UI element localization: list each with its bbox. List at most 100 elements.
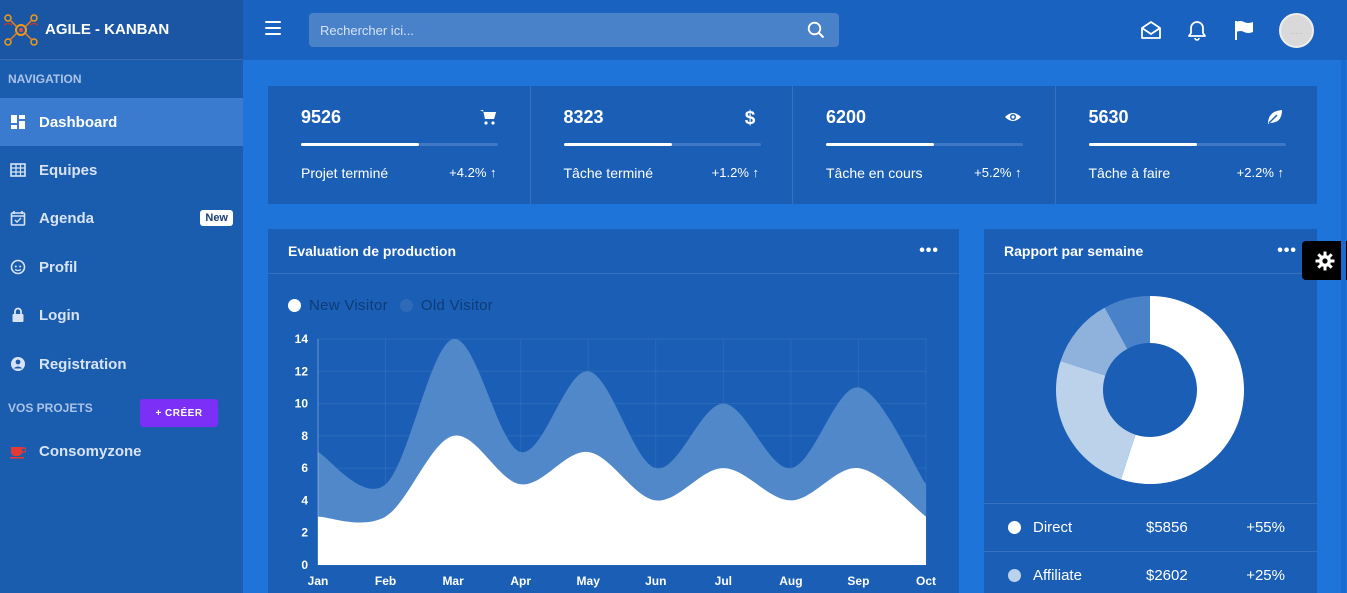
report-percent: +55%	[1246, 519, 1285, 536]
flag-icon[interactable]	[1233, 19, 1255, 41]
leaf-icon	[1268, 110, 1282, 124]
team-network-icon	[3, 13, 39, 46]
stat-change: +2.2% ↑	[1236, 165, 1284, 180]
y-tick-label: 12	[295, 364, 309, 378]
weekly-donut-chart	[1056, 296, 1244, 484]
sidebar-item-label: Registration	[39, 355, 127, 373]
sidebar-item-profil[interactable]: Profil	[0, 243, 243, 291]
production-card: Evaluation de production ••• New Visitor…	[268, 229, 959, 593]
x-tick-label: Jul	[715, 574, 732, 588]
stat-value: 6200	[826, 107, 867, 127]
stat-progress-fill	[1088, 143, 1197, 146]
y-tick-label: 10	[295, 397, 309, 411]
stat-change: +5.2% ↑	[974, 165, 1022, 180]
hamburger-menu-icon[interactable]	[265, 21, 281, 35]
stat-tache-termine: 8323 $ Tâche terminé +1.2% ↑	[531, 86, 793, 204]
sidebar-item-dashboard[interactable]: Dashboard	[0, 98, 243, 146]
stat-projet-termine: 9526 Projet terminé +4.2% ↑	[268, 86, 531, 204]
create-project-button[interactable]: + CRÉER	[140, 399, 218, 427]
sidebar-item-login[interactable]: Login	[0, 291, 243, 339]
card-title: Rapport par semaine	[1004, 243, 1144, 259]
y-tick-label: 0	[301, 558, 308, 572]
table-icon	[10, 162, 26, 178]
y-tick-label: 4	[301, 493, 308, 507]
stat-label: Tâche en cours	[826, 165, 923, 181]
report-name: Affiliate	[1033, 567, 1082, 584]
stat-progress-bar	[1088, 143, 1286, 146]
y-tick-label: 6	[301, 461, 308, 475]
nav-heading: NAVIGATION	[8, 72, 82, 86]
production-area-chart: 0 2 4 6 8 10 12 14 Jan Feb Mar Apr May Jun Jul Aug Sep Oc…	[295, 332, 936, 588]
search-bar	[309, 13, 839, 47]
more-options-icon[interactable]: •••	[1277, 242, 1297, 260]
scrollbar[interactable]	[1340, 60, 1347, 593]
brand[interactable]: AGILE - KANBAN	[0, 0, 243, 60]
stat-label: Tâche terminé	[563, 165, 653, 181]
cart-icon	[479, 110, 496, 125]
series-swatch	[1008, 569, 1021, 582]
report-row-affiliate: Affiliate $2602 +25%	[984, 551, 1317, 593]
stat-progress-fill	[563, 143, 672, 146]
topbar: .....	[243, 0, 1347, 60]
x-tick-label: May	[577, 574, 601, 588]
x-tick-label: Apr	[510, 574, 531, 588]
project-label: Consomyzone	[39, 442, 142, 460]
sidebar-item-label: Agenda	[39, 209, 95, 227]
stat-change: +4.2% ↑	[449, 165, 497, 180]
new-badge: New	[200, 210, 233, 226]
x-tick-label: Jun	[645, 574, 666, 588]
svg-text:$: $	[745, 108, 756, 126]
card-header: Rapport par semaine •••	[984, 229, 1317, 274]
stats-panel: 9526 Projet terminé +4.2% ↑ 8323 $ Tâche…	[268, 86, 1317, 204]
stat-progress-bar	[563, 143, 761, 146]
stat-progress-fill	[301, 143, 420, 146]
y-tick-label: 8	[301, 429, 308, 443]
x-tick-label: Mar	[442, 574, 464, 588]
brand-title: AGILE - KANBAN	[45, 21, 170, 38]
search-icon[interactable]	[807, 21, 825, 39]
project-item-consomyzone[interactable]: Consomyzone	[0, 427, 243, 475]
gear-icon	[1315, 251, 1334, 270]
face-icon	[10, 259, 26, 275]
x-tick-label: Feb	[375, 574, 396, 588]
stat-progress-fill	[826, 143, 935, 146]
stat-value: 8323	[563, 107, 604, 127]
report-row-direct: Direct $5856 +55%	[984, 503, 1317, 551]
stat-value: 9526	[301, 107, 342, 127]
sidebar-item-label: Login	[39, 306, 80, 324]
report-amount: $5856	[1146, 519, 1188, 536]
donut-slice[interactable]	[1056, 360, 1136, 480]
sidebar: AGILE - KANBAN NAVIGATION Dashboard Equi…	[0, 0, 243, 593]
report-amount: $2602	[1146, 567, 1188, 584]
report-card: Rapport par semaine ••• Direct $5856 +55…	[984, 229, 1317, 593]
x-tick-label: Jan	[308, 574, 329, 588]
stat-progress-bar	[826, 143, 1023, 146]
sidebar-item-label: Profil	[39, 258, 78, 276]
user-avatar[interactable]: .....	[1279, 13, 1314, 48]
series-swatch	[1008, 521, 1021, 534]
projects-heading: VOS PROJETS	[8, 401, 93, 415]
search-input[interactable]	[309, 13, 839, 47]
stat-value: 5630	[1088, 107, 1129, 127]
dollar-icon: $	[745, 108, 756, 126]
calendar-icon	[10, 210, 26, 226]
stat-tache-en-cours: 6200 Tâche en cours +5.2% ↑	[793, 86, 1056, 204]
report-percent: +25%	[1246, 567, 1285, 584]
mail-open-icon[interactable]	[1140, 19, 1162, 41]
stat-tache-a-faire: 5630 Tâche à faire +2.2% ↑	[1056, 86, 1318, 204]
sidebar-item-label: Equipes	[39, 161, 98, 179]
stat-label: Projet terminé	[301, 165, 389, 181]
coffee-icon	[10, 443, 26, 459]
report-name: Direct	[1033, 519, 1073, 536]
x-tick-label: Sep	[847, 574, 869, 588]
dashboard-icon	[10, 114, 26, 130]
stat-label: Tâche à faire	[1088, 165, 1171, 181]
sidebar-item-agenda[interactable]: Agenda New	[0, 194, 243, 242]
y-tick-label: 14	[295, 332, 309, 346]
eye-icon	[1004, 113, 1021, 121]
sidebar-item-registration[interactable]: Registration	[0, 340, 243, 388]
stat-change: +1.2% ↑	[711, 165, 759, 180]
bell-icon[interactable]	[1186, 19, 1208, 41]
sidebar-item-equipes[interactable]: Equipes	[0, 146, 243, 194]
y-tick-label: 2	[301, 526, 308, 540]
